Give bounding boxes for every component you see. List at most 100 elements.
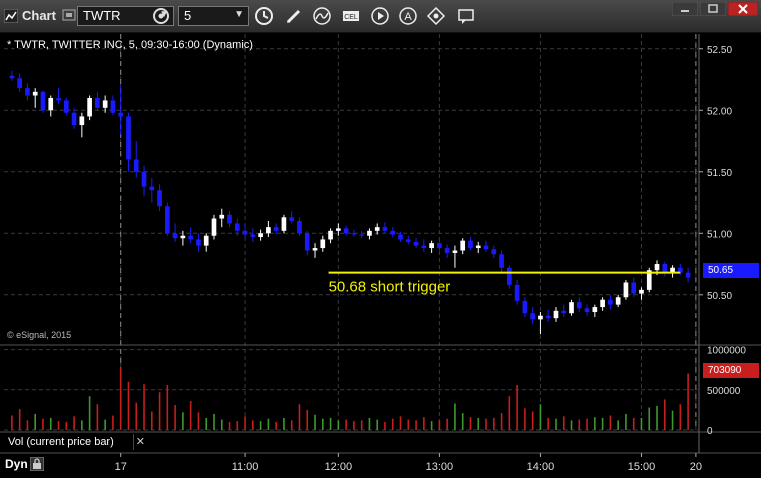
axes: 52.50 52.00 51.50 51.00 50.50 1000000 500000 0 1… xyxy=(0,34,761,473)
trigger-annotation: 50.68 short trigger xyxy=(329,279,451,296)
candle-body xyxy=(545,315,551,319)
candle-body xyxy=(234,223,240,231)
candle-body xyxy=(118,112,124,117)
candle-body xyxy=(203,235,209,246)
candle-body xyxy=(304,233,310,251)
mode-label[interactable]: Dyn xyxy=(5,457,28,471)
candle-body xyxy=(483,245,489,250)
candle-body xyxy=(258,233,263,237)
indicator-label[interactable]: Vol (current price bar) ✕ xyxy=(4,434,145,450)
candle-body xyxy=(25,88,30,96)
price-tick-label: 51.00 xyxy=(707,229,732,240)
candle-body xyxy=(421,245,427,249)
candle-body xyxy=(685,272,691,278)
candle-body xyxy=(56,97,61,101)
candle-body xyxy=(71,112,77,126)
candle-body xyxy=(631,282,637,294)
candle-body xyxy=(623,282,629,298)
candle-body xyxy=(328,230,333,240)
candle-body xyxy=(141,171,147,187)
candle-body xyxy=(219,214,225,219)
time-tick-label: 17 xyxy=(115,461,127,473)
candle-body xyxy=(499,254,504,268)
candle-body xyxy=(336,228,341,231)
candle-body xyxy=(188,235,193,240)
candle-body xyxy=(584,308,590,313)
candle-body xyxy=(398,234,403,240)
candle-body xyxy=(468,240,473,249)
lock-icon[interactable] xyxy=(29,456,45,472)
candle-body xyxy=(343,228,349,234)
candle-body xyxy=(413,241,419,246)
candle-body xyxy=(429,243,434,249)
candle-body xyxy=(17,78,22,89)
candle-body xyxy=(172,233,178,239)
price-tick-label: 52.50 xyxy=(707,45,732,56)
candle-body xyxy=(48,97,54,111)
chart-legend: * TWTR, TWITTER INC, 5, 09:30-16:00 (Dyn… xyxy=(7,39,253,51)
candle-body xyxy=(538,315,543,320)
candle-body xyxy=(211,218,217,236)
price-tick-label: 51.50 xyxy=(707,168,732,179)
candle-body xyxy=(600,299,605,308)
candle-body xyxy=(250,234,256,237)
volume-tick-label: 1000000 xyxy=(707,346,746,357)
candle-body xyxy=(32,91,38,96)
candle-body xyxy=(615,297,621,305)
last-volume-tag: 703090 xyxy=(703,363,759,378)
indicator-label-text: Vol (current price bar) xyxy=(8,436,114,448)
candle-body xyxy=(514,284,520,301)
candle-body xyxy=(592,307,598,313)
chart-canvas[interactable]: 50.68 short trigger 52.50 52.00 51.50 51.00… xyxy=(0,0,761,478)
candle-body xyxy=(569,302,574,314)
price-tick-label: 52.00 xyxy=(707,106,732,117)
candle-body xyxy=(507,267,512,285)
candle-body xyxy=(312,248,318,251)
candle-body xyxy=(79,116,85,126)
last-price-tag: 50.65 xyxy=(703,263,759,278)
candle-body xyxy=(165,206,170,234)
candle-body xyxy=(639,289,644,294)
candle-body xyxy=(576,302,582,309)
candle-body xyxy=(460,240,466,251)
candle-body xyxy=(320,239,326,249)
candle-body xyxy=(359,234,364,236)
candle-body xyxy=(530,313,535,320)
candle-body xyxy=(475,245,481,249)
candle-body xyxy=(351,233,357,235)
candle-body xyxy=(273,227,279,231)
candle-body xyxy=(281,217,287,231)
candle-body xyxy=(452,250,458,253)
candle-body xyxy=(405,239,411,242)
candle-body xyxy=(561,310,567,314)
candle-body xyxy=(654,264,660,271)
candle-body xyxy=(608,299,613,305)
candle-body xyxy=(102,100,108,108)
candle-body xyxy=(180,235,186,239)
close-icon[interactable]: ✕ xyxy=(136,434,145,450)
candle-body xyxy=(297,220,302,234)
candle-body xyxy=(40,91,46,111)
candle-body xyxy=(196,239,201,246)
candle-body xyxy=(367,230,372,236)
candle-body xyxy=(242,230,248,235)
grid xyxy=(4,34,698,431)
candle-body xyxy=(133,159,139,172)
time-tick-label: 20 xyxy=(690,461,702,473)
candle-body xyxy=(289,217,295,221)
candle-body xyxy=(126,116,131,160)
candle-body xyxy=(9,75,15,79)
candle-body xyxy=(491,249,497,255)
volume-tick-label: 500000 xyxy=(707,386,741,397)
candle-body xyxy=(157,190,162,207)
volume-series xyxy=(11,367,689,430)
copyright-text: © eSignal, 2015 xyxy=(7,330,72,340)
candle-body xyxy=(149,186,155,191)
candle-body xyxy=(662,264,668,273)
candle-body xyxy=(63,100,69,113)
candle-body xyxy=(266,227,271,234)
candle-body xyxy=(382,227,388,231)
time-tick-label: 11:00 xyxy=(232,461,259,473)
candle-body xyxy=(95,97,100,108)
candle-body xyxy=(437,243,442,249)
